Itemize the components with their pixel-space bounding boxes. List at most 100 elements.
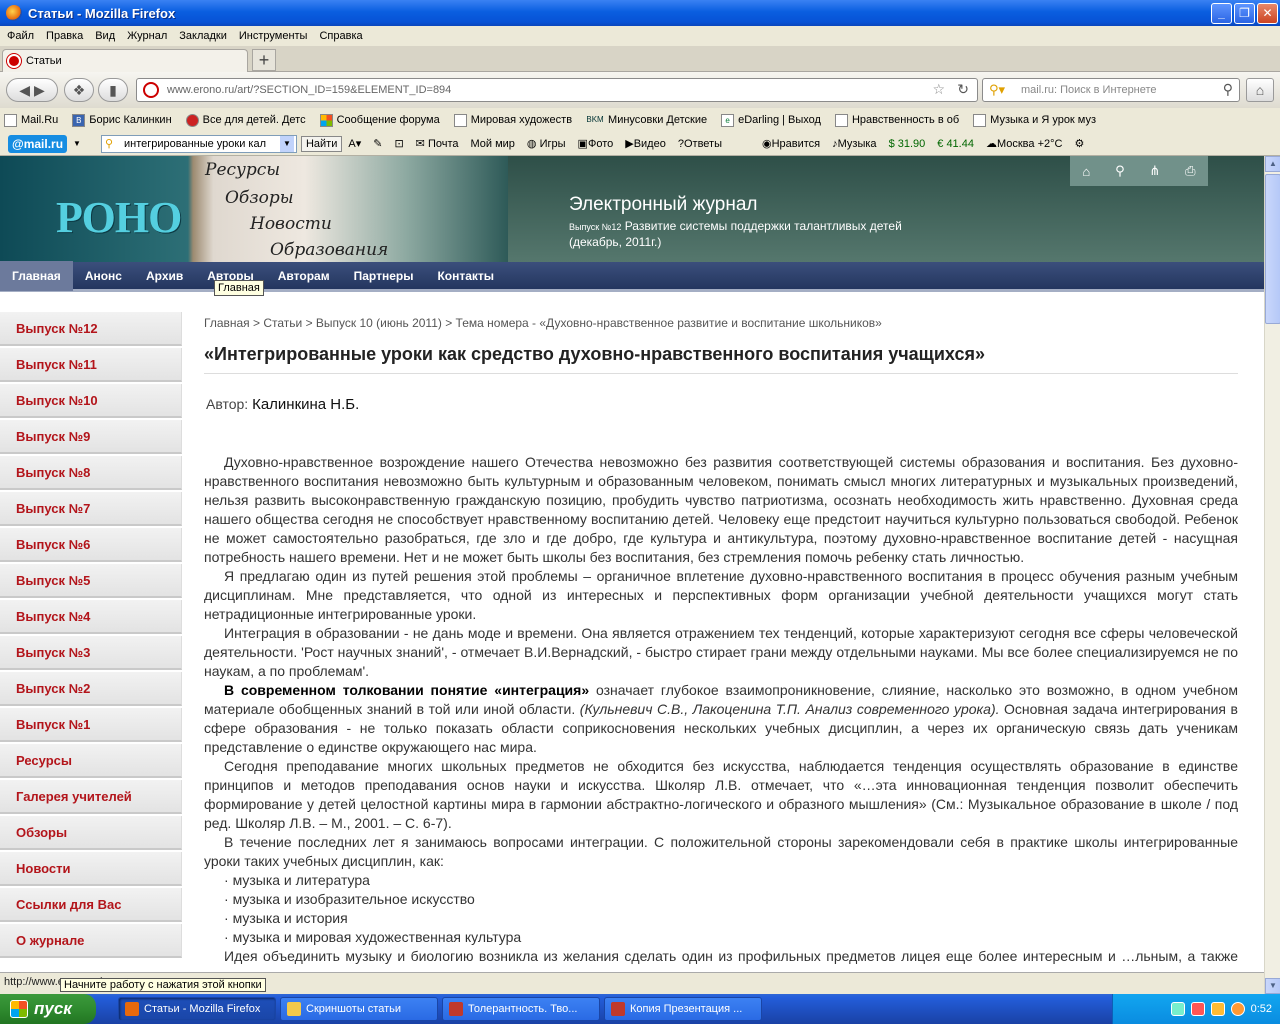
start-button[interactable]: пуск	[0, 994, 96, 1024]
music-link[interactable]: ♪Музыка	[832, 138, 876, 150]
font-size-icon[interactable]: A▾	[348, 137, 361, 150]
antivirus-icon[interactable]	[1190, 1002, 1205, 1016]
sitemap-icon[interactable]: ⋔	[1149, 163, 1160, 179]
video-link[interactable]: ▶Видео	[625, 137, 666, 150]
answers-link[interactable]: ?Ответы	[678, 138, 722, 150]
header-logo-area[interactable]: РОНО Ресурсы Обзоры Новости Образования	[0, 156, 508, 262]
gear-icon[interactable]: ⚙	[1074, 137, 1084, 150]
firefox-icon	[125, 1002, 139, 1016]
sidebar-item[interactable]: Выпуск №9	[0, 420, 182, 454]
task-presentation[interactable]: Копия Презентация ...	[604, 997, 762, 1021]
sidebar-item[interactable]: Выпуск №10	[0, 384, 182, 418]
nav-for-authors[interactable]: Авторам	[266, 261, 342, 291]
menu-help[interactable]: Справка	[319, 30, 362, 42]
vertical-scrollbar[interactable]: ▲ ▼	[1264, 156, 1280, 994]
nav-home[interactable]: Главная	[0, 260, 73, 291]
mailru-find-button[interactable]: Найти	[300, 135, 343, 152]
bookmark-item[interactable]: B Борис Калинкин	[72, 113, 172, 127]
sidebar-item-about[interactable]: О журнале	[0, 924, 182, 958]
sidebar-item-links[interactable]: Ссылки для Вас	[0, 888, 182, 922]
breadcrumb[interactable]: Главная > Статьи > Выпуск 10 (июнь 2011)…	[204, 316, 1238, 330]
search-engine-icon[interactable]: ⚲▾	[989, 82, 1005, 98]
addons-icon[interactable]: ❖	[64, 78, 94, 102]
nav-partners[interactable]: Партнеры	[342, 261, 426, 291]
minimize-button[interactable]: _	[1211, 3, 1232, 24]
photo-link[interactable]: ▣Фото	[578, 137, 614, 150]
site-identity-icon[interactable]	[143, 82, 159, 98]
sidebar-item[interactable]: Выпуск №4	[0, 600, 182, 634]
usd-rate[interactable]: $ 31.90	[889, 138, 926, 150]
games-link[interactable]: ◍ Игры	[527, 137, 566, 150]
mailru-logo[interactable]: @mail.ru	[8, 134, 68, 153]
sidebar-item-teachers-gallery[interactable]: Галерея учителей	[0, 780, 182, 814]
address-bar[interactable]: www.erono.ru/art/?SECTION_ID=159&ELEMENT…	[136, 78, 978, 102]
bookmark-item[interactable]: Mail.Ru	[4, 113, 58, 127]
menu-edit[interactable]: Правка	[46, 30, 83, 42]
menu-file[interactable]: Файл	[7, 30, 34, 42]
sidebar-item[interactable]: Выпуск №2	[0, 672, 182, 706]
bookmark-item[interactable]: Музыка и Я урок муз	[973, 113, 1096, 127]
eur-rate[interactable]: € 41.44	[937, 138, 974, 150]
new-tab-button[interactable]: +	[252, 49, 276, 71]
menu-history[interactable]: Журнал	[127, 30, 167, 42]
scroll-down-icon[interactable]: ▼	[1265, 978, 1280, 994]
bookmark-item[interactable]: e eDarling | Выход	[721, 113, 821, 127]
sidebar-item[interactable]: Выпуск №1	[0, 708, 182, 742]
close-window-button[interactable]: ✕	[1257, 3, 1278, 24]
bookmark-item[interactable]: Мировая художеств	[453, 113, 572, 127]
sidebar-item-reviews[interactable]: Обзоры	[0, 816, 182, 850]
like-icon: ◉	[761, 138, 772, 150]
mailru-agent-icon[interactable]	[1230, 1002, 1245, 1016]
pencil-icon[interactable]: ✎	[373, 137, 382, 150]
weather-link[interactable]: ☁Москва +2°C	[986, 137, 1063, 150]
menu-tools[interactable]: Инструменты	[239, 30, 308, 42]
network-icon[interactable]	[1170, 1002, 1185, 1016]
home-icon[interactable]: ⌂	[1246, 78, 1274, 102]
print-icon[interactable]: ⎙	[1185, 163, 1195, 179]
search-icon[interactable]: ⚲	[1115, 163, 1125, 179]
bookmark-item[interactable]: Все для детей. Детс	[185, 113, 306, 127]
window-title-bar: Статьи - Mozilla Firefox _ ❐ ✕	[0, 0, 1280, 26]
home-icon[interactable]: ⌂	[1082, 164, 1090, 179]
forward-arrow-icon[interactable]: ▶	[34, 82, 45, 98]
sidebar-item[interactable]: Выпуск №5	[0, 564, 182, 598]
mail-link[interactable]: ✉ Почта	[416, 137, 459, 150]
scroll-up-icon[interactable]: ▲	[1265, 156, 1280, 172]
back-forward-button[interactable]: ◀ ▶	[6, 78, 58, 102]
my-world-link[interactable]: Мой мир	[470, 138, 514, 150]
sidebar-item[interactable]: Выпуск №11	[0, 348, 182, 382]
bookmark-star-icon[interactable]: ☆	[932, 81, 945, 98]
nav-archive[interactable]: Архив	[134, 261, 195, 291]
sidebar-item[interactable]: Выпуск №6	[0, 528, 182, 562]
sidebar-item-news[interactable]: Новости	[0, 852, 182, 886]
sidebar-item[interactable]: Выпуск №3	[0, 636, 182, 670]
menu-bookmarks[interactable]: Закладки	[179, 30, 227, 42]
task-folder[interactable]: Скриншоты статьи	[280, 997, 438, 1021]
bookmark-item[interactable]: Сообщение форума	[319, 113, 440, 127]
sidebar-item[interactable]: Выпуск №12	[0, 312, 182, 346]
stats-icon[interactable]: ▮	[98, 78, 128, 102]
bookmark-item[interactable]: BKM Минусовки Детские	[586, 114, 707, 127]
search-bar[interactable]: ⚲▾ mail.ru: Поиск в Интернете ⚲	[982, 78, 1240, 102]
task-word[interactable]: Толерантность. Тво...	[442, 997, 600, 1021]
zoom-icon[interactable]: ⊡	[394, 137, 403, 150]
volume-icon[interactable]	[1210, 1002, 1225, 1016]
nav-contacts[interactable]: Контакты	[425, 261, 506, 291]
search-icon[interactable]: ⚲	[1223, 81, 1233, 98]
reload-icon[interactable]: ↻	[957, 81, 969, 98]
sidebar-item[interactable]: Выпуск №7	[0, 492, 182, 526]
bookmark-item[interactable]: Нравственность в об	[834, 113, 959, 127]
task-firefox[interactable]: Статьи - Mozilla Firefox	[118, 997, 276, 1021]
mailru-search-input[interactable]: ⚲ интегрированные уроки кал	[100, 134, 297, 153]
maximize-button[interactable]: ❐	[1234, 3, 1255, 24]
back-arrow-icon[interactable]: ◀	[19, 82, 30, 98]
likes-link[interactable]: ◉Нравится	[762, 137, 820, 150]
sidebar-item-resources[interactable]: Ресурсы	[0, 744, 182, 778]
menu-view[interactable]: Вид	[95, 30, 115, 42]
scroll-thumb[interactable]	[1265, 174, 1280, 324]
chevron-down-icon[interactable]: ▼	[73, 139, 81, 148]
article: Главная > Статьи > Выпуск 10 (июнь 2011)…	[204, 316, 1238, 985]
nav-announce[interactable]: Анонс	[73, 261, 134, 291]
tab-articles[interactable]: Статьи	[2, 49, 248, 72]
sidebar-item[interactable]: Выпуск №8	[0, 456, 182, 490]
